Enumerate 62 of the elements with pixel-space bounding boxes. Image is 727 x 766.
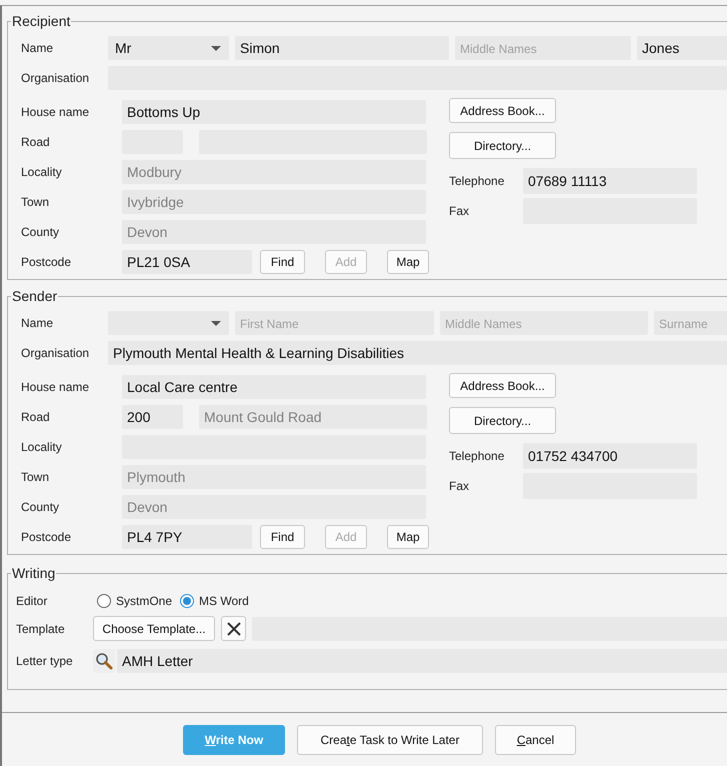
button[interactable]: Choose Template... — [93, 616, 215, 641]
input-field[interactable]: Plymouth Mental Health & Learning Disabilities — [108, 341, 727, 365]
input-field[interactable]: Simon — [235, 36, 449, 60]
search-icon — [95, 652, 113, 670]
input-field[interactable]: 01752 434700 — [523, 443, 697, 469]
field-label: Town — [21, 469, 50, 486]
input-field[interactable]: 200 — [122, 405, 183, 429]
field-label: County — [21, 224, 60, 241]
field-label: Fax — [449, 203, 470, 220]
field-label: Locality — [21, 164, 63, 181]
field-label: Fax — [449, 478, 470, 495]
input-field[interactable]: Local Care centre — [122, 375, 426, 399]
input-field[interactable]: Jones — [637, 36, 727, 60]
field-label: Telephone — [449, 173, 506, 190]
input-field[interactable]: PL21 0SA — [122, 250, 252, 274]
input-field[interactable]: 07689 11113 — [523, 168, 697, 194]
dropdown[interactable]: Mr — [108, 36, 229, 60]
field-label: Organisation — [21, 345, 90, 362]
field-label: Town — [21, 194, 50, 211]
input-field[interactable]: Surname — [654, 311, 727, 335]
caret-icon — [211, 46, 221, 50]
section-legend: Sender — [11, 286, 58, 307]
button[interactable]: Find — [260, 525, 305, 549]
button[interactable]: Create Task to Write Later — [297, 725, 483, 755]
input-field[interactable]: PL4 7PY — [122, 525, 252, 549]
field-label: House name — [21, 104, 90, 121]
button[interactable]: Find — [260, 250, 305, 274]
radio-button[interactable]: MS Word — [180, 592, 249, 610]
button[interactable]: Directory... — [449, 407, 556, 434]
close-icon — [226, 620, 242, 636]
field-label: Letter type — [16, 653, 74, 670]
input-field[interactable]: Middle Names — [440, 311, 648, 335]
radio-button[interactable]: SystmOne — [97, 592, 172, 610]
field-label: Road — [21, 409, 51, 426]
field-label: Locality — [21, 439, 63, 456]
field-label: Road — [21, 134, 51, 151]
caret-icon — [211, 320, 221, 326]
button[interactable]: Map — [387, 525, 429, 549]
field-label: Organisation — [21, 70, 90, 87]
field-label: Editor — [16, 593, 48, 610]
clear-button[interactable] — [221, 616, 246, 641]
input-field[interactable]: First Name — [235, 311, 434, 335]
field-label: Telephone — [449, 448, 506, 465]
field-label: Postcode — [21, 529, 72, 546]
button[interactable]: Map — [387, 250, 429, 274]
input-field[interactable]: Bottoms Up — [122, 100, 426, 124]
search-button[interactable] — [93, 649, 115, 673]
button[interactable]: Directory... — [449, 132, 556, 159]
field-label: Template — [16, 620, 66, 638]
input-field[interactable]: Middle Names — [455, 36, 631, 60]
section-legend: Recipient — [11, 11, 72, 32]
field-label: County — [21, 499, 60, 516]
button[interactable]: Cancel — [495, 725, 576, 755]
field-label: House name — [21, 379, 90, 396]
section-legend: Writing — [11, 563, 56, 584]
input-field[interactable]: AMH Letter — [117, 649, 727, 673]
field-label: Name — [21, 315, 54, 332]
button[interactable]: Address Book... — [449, 373, 556, 398]
button[interactable]: Address Book... — [449, 98, 556, 123]
field-label: Name — [21, 40, 54, 57]
dropdown[interactable] — [108, 311, 229, 335]
field-label: Postcode — [21, 254, 72, 271]
